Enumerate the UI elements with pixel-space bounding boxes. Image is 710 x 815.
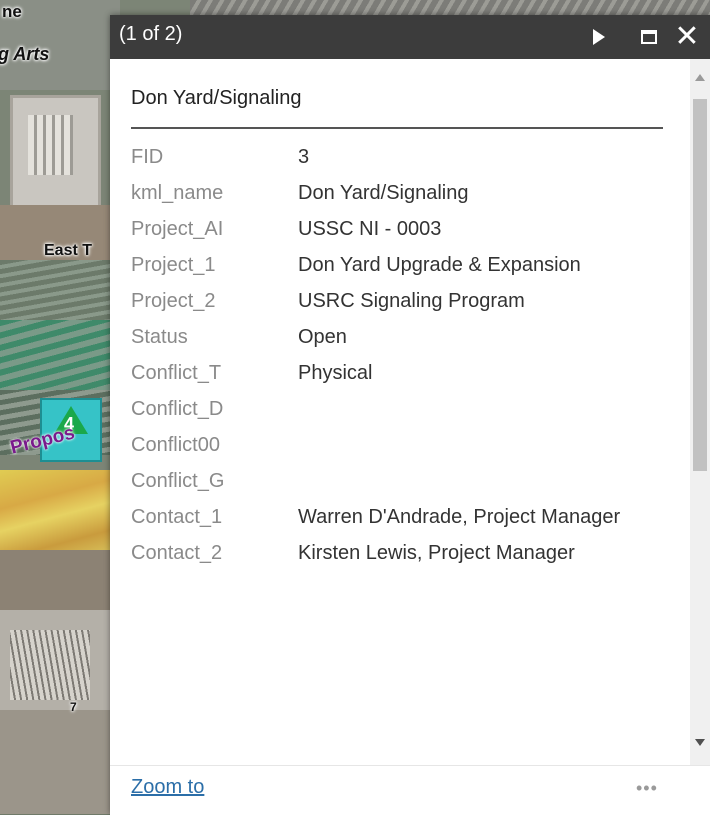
attribute-value: Warren D'Andrade, Project Manager (298, 506, 621, 528)
maximize-button[interactable] (634, 21, 664, 53)
building-detail (28, 115, 73, 175)
more-actions-icon[interactable]: ••• (636, 778, 658, 799)
attribute-value: Don Yard/Signaling (298, 182, 469, 204)
attribute-row: Conflict_D (126, 397, 644, 433)
close-icon: ✕ (674, 20, 700, 53)
attribute-key: Project_AI (131, 218, 224, 240)
scroll-down-arrow-icon[interactable] (695, 739, 705, 746)
attribute-value (293, 433, 644, 469)
attribute-row: Project_AI USSC NI - 0003 (126, 217, 644, 253)
attribute-value: USRC Signaling Program (298, 290, 525, 312)
attribute-key: Project_1 (131, 254, 216, 276)
map-label-arts: g Arts (0, 44, 50, 64)
parking-lot-cars (10, 630, 90, 700)
attribute-value (293, 469, 644, 505)
attribute-key: Conflict_D (131, 398, 224, 420)
map-label-east: East T (44, 242, 93, 259)
attribute-key: Contact_2 (131, 542, 223, 564)
proposed-area-polygon[interactable] (0, 470, 120, 550)
attribute-table: FID 3 kml_name Don Yard/Signaling Project_AI… (126, 145, 644, 577)
attribute-row: Contact_1 Warren D'Andrade, Project Manag… (126, 505, 644, 541)
attribute-key: Conflict_T (131, 362, 222, 384)
attribute-row: Contact_2 Kirsten Lewis, Project Manager (126, 541, 644, 577)
attribute-key: Conflict_G (131, 470, 225, 492)
popup-header: (1 of 2) ✕ (110, 15, 710, 59)
rail-tracks-highlighted (0, 320, 120, 390)
popup-scrollbar[interactable] (690, 59, 710, 767)
map-tile (0, 710, 120, 814)
popup-content[interactable]: Don Yard/Signaling FID 3 kml_name Don Yard/… (110, 59, 690, 765)
attribute-value: Don Yard Upgrade & Expansion (298, 254, 581, 276)
attribute-row: kml_name Don Yard/Signaling (126, 181, 644, 217)
feature-popup: (1 of 2) ✕ Don Yard/Signaling FID 3 kml_na… (110, 15, 710, 815)
close-button[interactable]: ✕ (672, 21, 702, 53)
play-icon (593, 29, 605, 45)
popup-footer: Zoom to ••• (110, 765, 710, 815)
zoom-to-link[interactable]: Zoom to (131, 776, 204, 799)
map-tile (190, 0, 710, 15)
popup-feature-counter: (1 of 2) (119, 23, 183, 45)
maximize-icon (641, 30, 657, 44)
attribute-key: Conflict00 (131, 434, 220, 456)
attribute-key: Status (131, 326, 188, 348)
next-feature-button[interactable] (584, 21, 614, 53)
attribute-value: Kirsten Lewis, Project Manager (298, 542, 575, 564)
attribute-row: Conflict_T Physical (126, 361, 644, 397)
rail-tracks (0, 260, 120, 320)
attribute-row: FID 3 (126, 145, 644, 181)
attribute-value (293, 397, 644, 433)
attribute-value: USSC NI - 0003 (298, 218, 442, 240)
attribute-key: Contact_1 (131, 506, 223, 528)
scroll-up-arrow-icon[interactable] (695, 74, 705, 81)
attribute-value: 3 (298, 146, 310, 168)
attribute-key: kml_name (131, 182, 224, 204)
attribute-key: FID (131, 146, 164, 168)
map-tile (0, 550, 120, 610)
map-label: ne (2, 2, 22, 21)
attribute-row: Conflict_G (126, 469, 644, 505)
scrollbar-thumb[interactable] (693, 99, 707, 471)
attribute-value: Open (298, 326, 347, 348)
attribute-row: Status Open (126, 325, 644, 361)
title-divider (131, 127, 663, 129)
popup-title: Don Yard/Signaling (131, 87, 302, 109)
attribute-row: Project_2 USRC Signaling Program (126, 289, 644, 325)
map-label-lot: 7 (70, 700, 77, 714)
attribute-row: Conflict00 (126, 433, 644, 469)
attribute-value: Physical (298, 362, 373, 384)
attribute-row: Project_1 Don Yard Upgrade & Expansion (126, 253, 644, 289)
attribute-key: Project_2 (131, 290, 216, 312)
